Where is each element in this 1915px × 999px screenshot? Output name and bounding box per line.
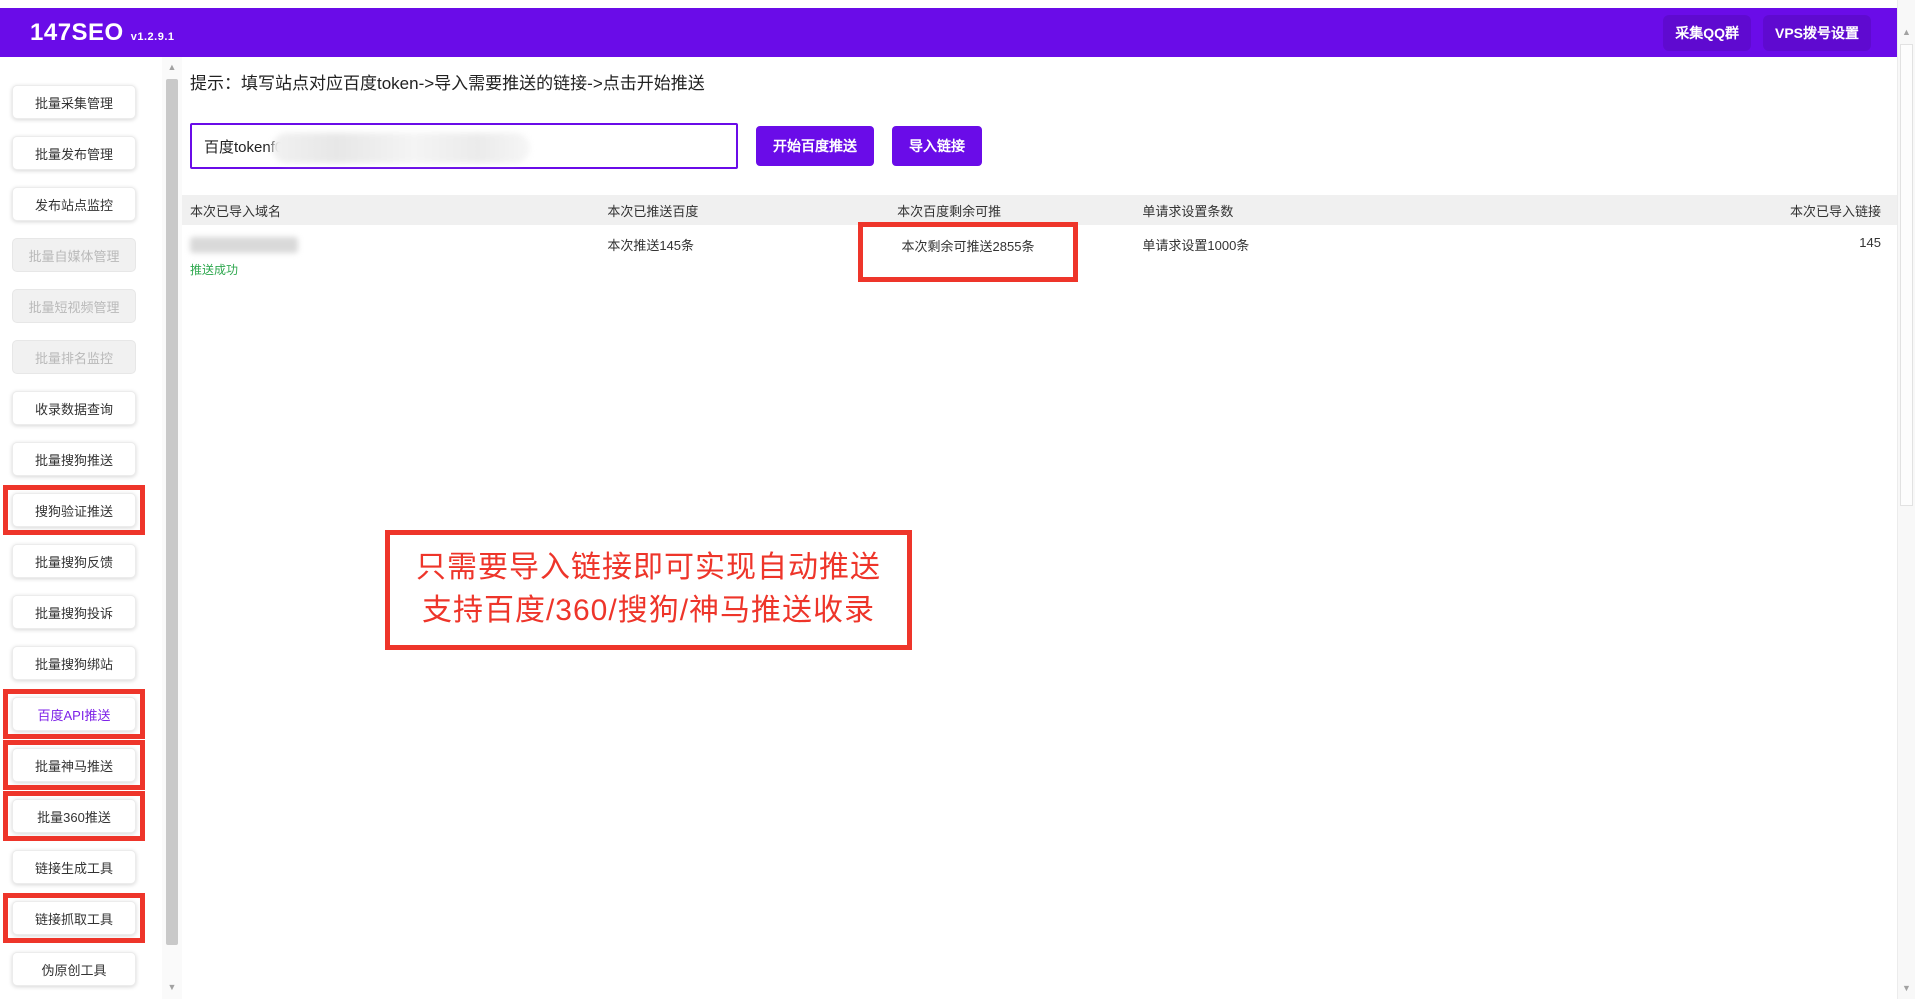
sidebar-item-label: 批量神马推送	[35, 756, 113, 775]
sidebar-item-label: 批量发布管理	[35, 144, 113, 163]
sidebar-item-label: 批量搜狗推送	[35, 450, 113, 469]
sidebar-item-label: 批量短视频管理	[28, 297, 119, 316]
scroll-up-icon[interactable]: ▲	[1898, 26, 1915, 38]
per-request-cell: 单请求设置1000条	[1142, 235, 1767, 278]
version-label: v1.2.9.1	[131, 31, 175, 43]
sidebar-item-label: 发布站点监控	[35, 195, 113, 214]
header-imported-links: 本次已导入链接	[1767, 201, 1897, 220]
sidebar-item[interactable]: 搜狗验证推送	[12, 493, 136, 527]
sidebar-item-label: 伪原创工具	[41, 960, 106, 979]
push-status-label: 推送成功	[190, 261, 607, 278]
sidebar-item[interactable]: 批量搜狗推送	[12, 442, 136, 476]
main-content: 提示：填写站点对应百度token->导入需要推送的链接->点击开始推送 开始百度…	[182, 57, 1897, 999]
domain-cell: 推送成功	[182, 235, 607, 278]
sidebar-item: 批量排名监控	[12, 340, 136, 374]
sidebar-item[interactable]: 批量搜狗绑站	[12, 646, 136, 680]
sidebar-list: 批量采集管理 批量发布管理 发布站点监控 批量自媒体管理 批量短视频管理 批量排…	[0, 57, 162, 999]
sidebar-scrollbar[interactable]: ▲ ▼	[162, 57, 182, 999]
push-controls: 开始百度推送 导入链接	[190, 123, 982, 169]
scroll-down-icon[interactable]: ▼	[1898, 982, 1915, 994]
vps-dial-settings-link[interactable]: VPS拨号设置	[1763, 15, 1871, 51]
push-result-table: 本次已导入域名 本次已推送百度 本次百度剩余可推 单请求设置条数 本次已导入链接…	[182, 195, 1897, 278]
sidebar-item-label: 批量采集管理	[35, 93, 113, 112]
page-scrollbar-thumb[interactable]	[1900, 44, 1913, 506]
sidebar-item[interactable]: 链接抓取工具	[12, 901, 136, 935]
sidebar-item-label: 链接生成工具	[35, 858, 113, 877]
sidebar-item: 批量自媒体管理	[12, 238, 136, 272]
sidebar-item[interactable]: 批量搜狗投诉	[12, 595, 136, 629]
sidebar-item[interactable]: 百度API推送	[12, 697, 136, 731]
sidebar-item[interactable]: 批量搜狗反馈	[12, 544, 136, 578]
sidebar-item-label: 批量搜狗反馈	[35, 552, 113, 571]
header-imported-domain: 本次已导入域名	[182, 201, 607, 220]
pushed-count-cell: 本次推送145条	[607, 235, 897, 278]
sidebar-item[interactable]: 收录数据查询	[12, 391, 136, 425]
header-per-request-count: 单请求设置条数	[1142, 201, 1767, 220]
sidebar-item-label: 收录数据查询	[35, 399, 113, 418]
import-links-button[interactable]: 导入链接	[892, 126, 982, 166]
start-baidu-push-button[interactable]: 开始百度推送	[756, 126, 874, 166]
header-pushed-baidu: 本次已推送百度	[607, 201, 897, 220]
remaining-highlight-box: 本次剩余可推送2855条	[858, 222, 1078, 282]
header-baidu-remaining: 本次百度剩余可推	[897, 201, 1142, 220]
sidebar-item-label: 批量排名监控	[35, 348, 113, 367]
sidebar-item-label: 链接抓取工具	[35, 909, 113, 928]
brand-name: 147SEO	[30, 19, 124, 47]
sidebar-item-label: 搜狗验证推送	[35, 501, 113, 520]
sidebar-item-label: 批量搜狗绑站	[35, 654, 113, 673]
token-input-box	[190, 123, 738, 169]
top-bar: 147SEO v1.2.9.1 采集QQ群 VPS拨号设置	[0, 8, 1897, 57]
sidebar-item[interactable]: 批量采集管理	[12, 85, 136, 119]
imported-count-cell: 145	[1767, 235, 1897, 278]
scroll-up-icon[interactable]: ▲	[162, 61, 182, 73]
sidebar-item-label: 批量自媒体管理	[28, 246, 119, 265]
sidebar-item-label: 批量360推送	[37, 807, 111, 826]
annotation-callout: 只需要导入链接即可实现自动推送 支持百度/360/搜狗/神马推送收录	[385, 530, 912, 650]
brand-logo: 147SEO v1.2.9.1	[30, 19, 175, 47]
domain-redaction-blur	[190, 237, 298, 253]
sidebar-item[interactable]: 发布站点监控	[12, 187, 136, 221]
sidebar-item[interactable]: 批量神马推送	[12, 748, 136, 782]
sidebar-item[interactable]: 批量360推送	[12, 799, 136, 833]
annotation-line-2: 支持百度/360/搜狗/神马推送收录	[416, 589, 881, 632]
sidebar-item: 批量短视频管理	[12, 289, 136, 323]
qq-group-link[interactable]: 采集QQ群	[1663, 15, 1751, 51]
sidebar-item-label: 批量搜狗投诉	[35, 603, 113, 622]
table-header-row: 本次已导入域名 本次已推送百度 本次百度剩余可推 单请求设置条数 本次已导入链接	[182, 195, 1897, 225]
sidebar-item[interactable]: 链接生成工具	[12, 850, 136, 884]
sidebar-item-label: 百度API推送	[38, 705, 111, 724]
sidebar-scrollbar-thumb[interactable]	[166, 79, 178, 945]
baidu-token-input[interactable]	[192, 125, 736, 167]
sidebar-item[interactable]: 伪原创工具	[12, 952, 136, 986]
scroll-down-icon[interactable]: ▼	[162, 981, 182, 993]
sidebar-item[interactable]: 批量发布管理	[12, 136, 136, 170]
annotation-line-1: 只需要导入链接即可实现自动推送	[416, 546, 881, 589]
page-scrollbar[interactable]: ▲ ▼	[1897, 0, 1915, 999]
tip-text: 提示：填写站点对应百度token->导入需要推送的链接->点击开始推送	[190, 69, 705, 94]
top-links: 采集QQ群 VPS拨号设置	[1663, 15, 1871, 51]
